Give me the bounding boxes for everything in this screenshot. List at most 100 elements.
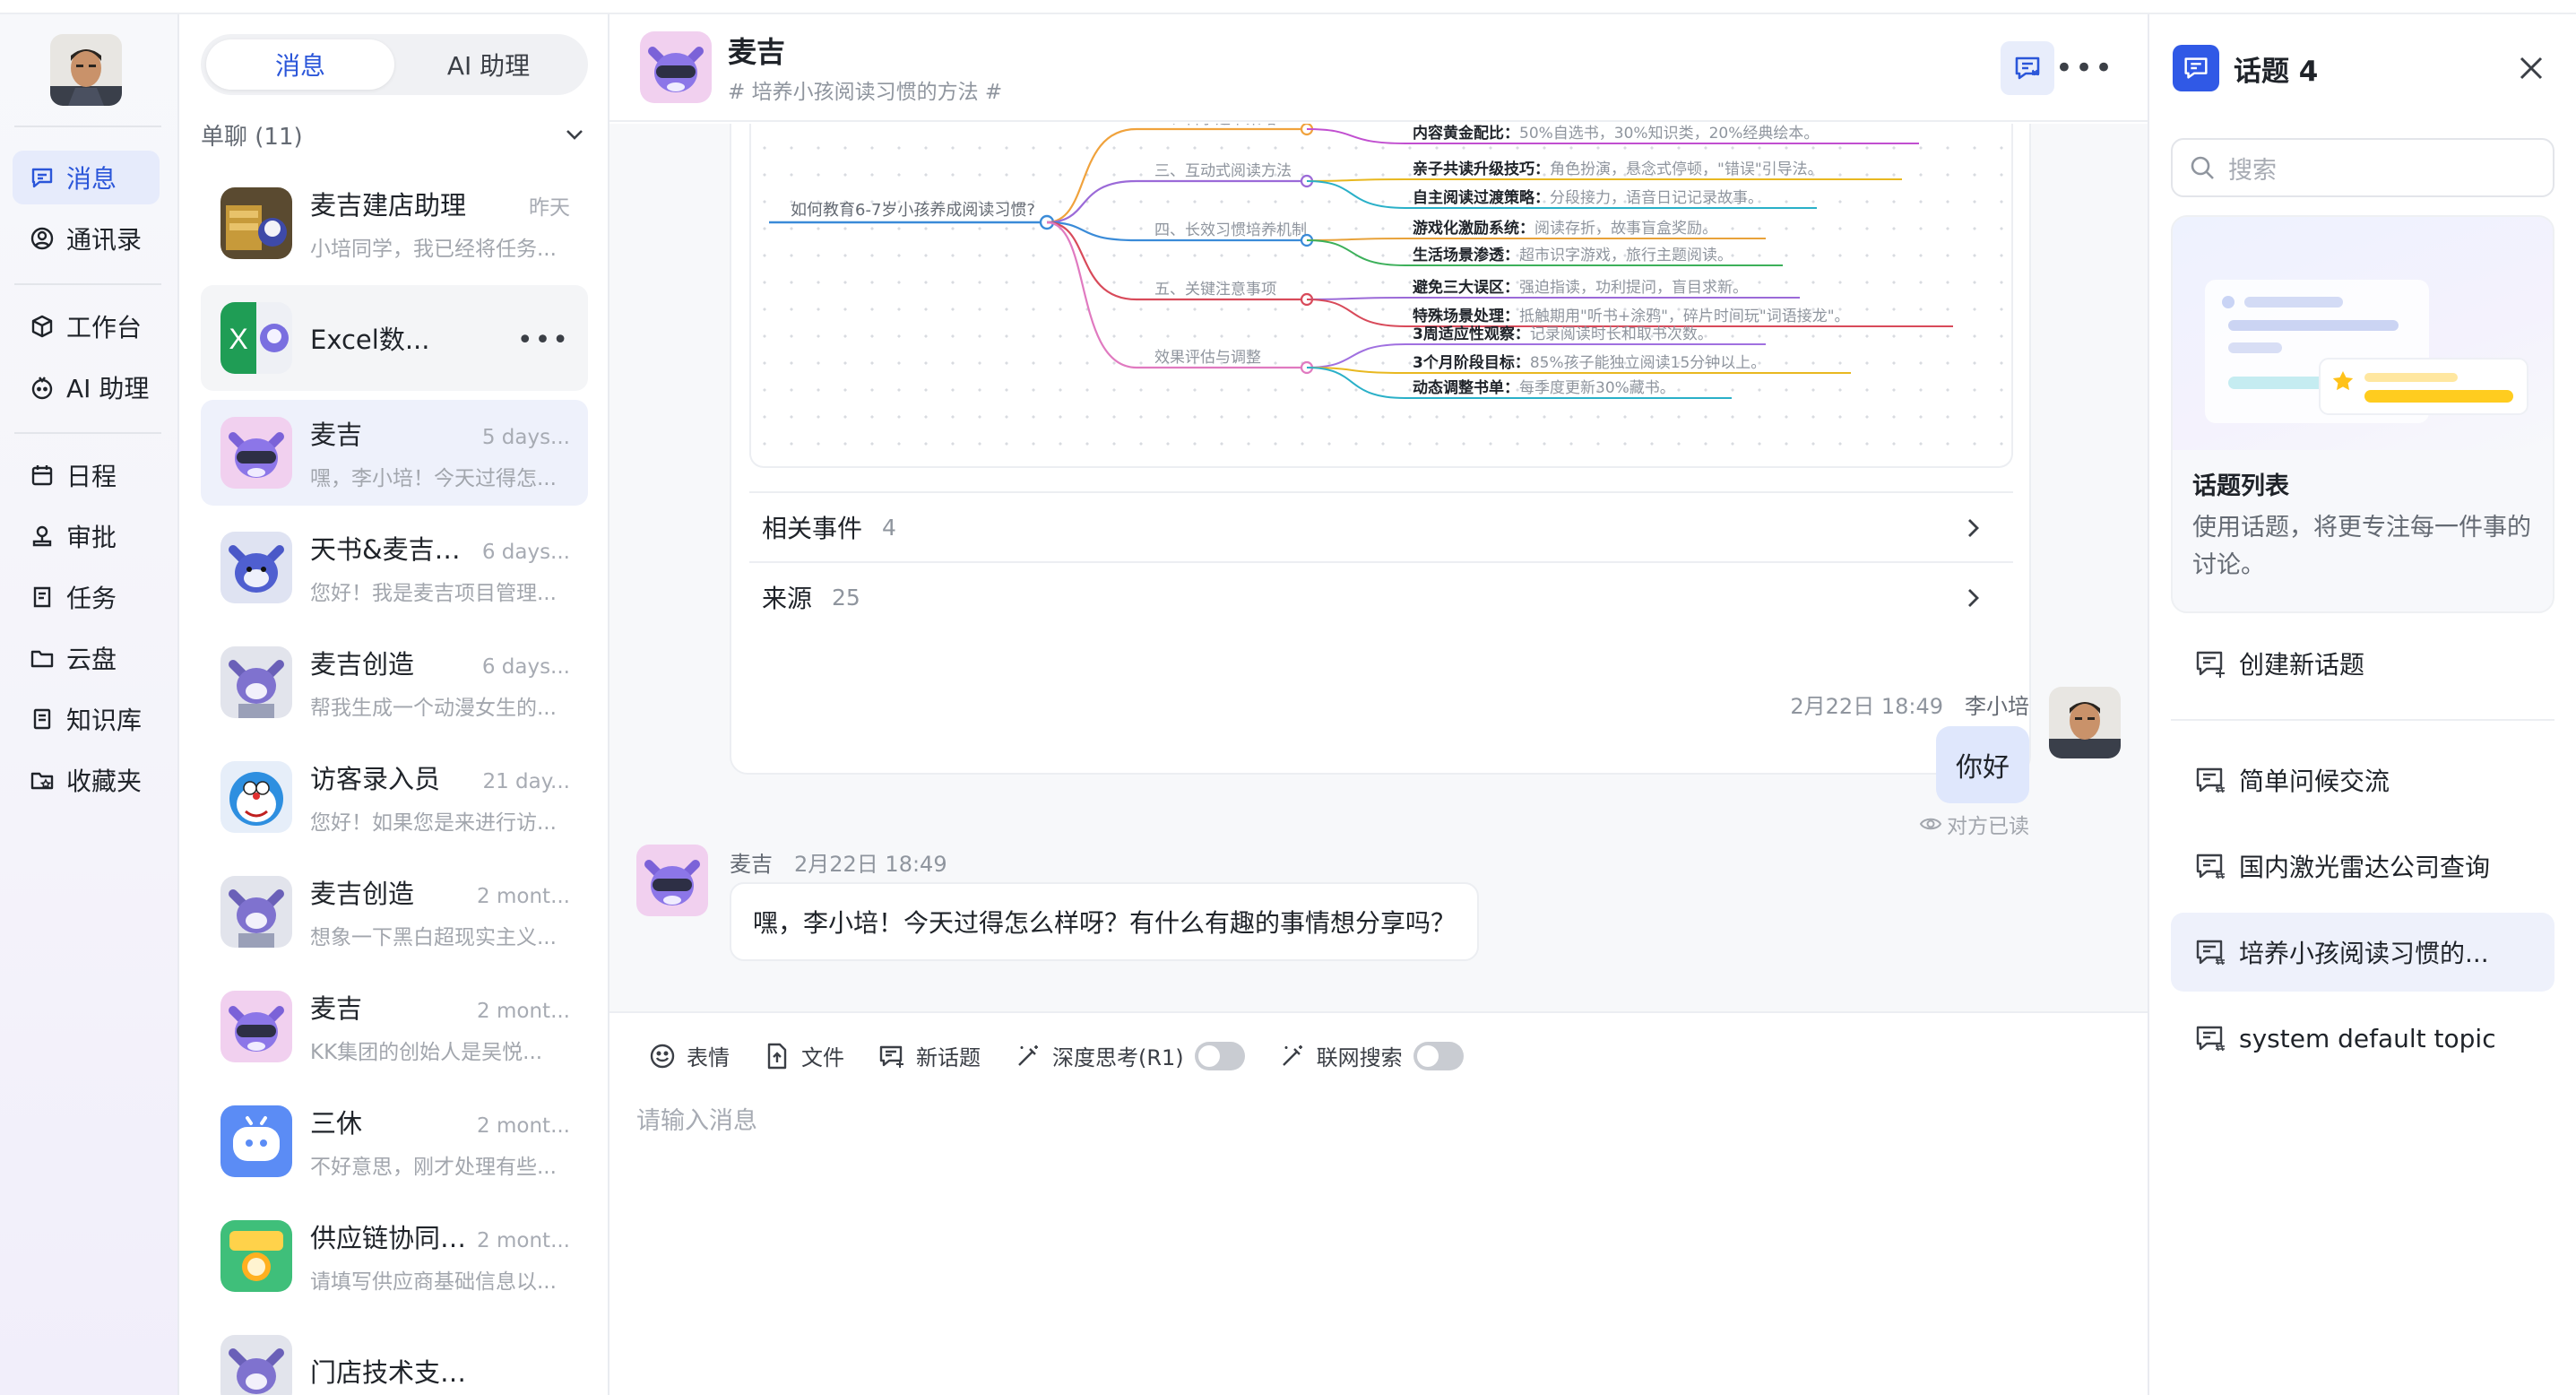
more-icon[interactable]: ••• (2055, 41, 2113, 95)
deep-think-switch[interactable] (1194, 1041, 1245, 1070)
nav-item-messages[interactable]: 消息 (13, 151, 160, 204)
nav-item-knowledge[interactable]: 知识库 (13, 692, 160, 746)
web-search-toggle[interactable]: 联网搜索 (1277, 1040, 1464, 1071)
new-topic-icon (2196, 651, 2225, 678)
conversation-name: 麦吉建店助理 (310, 190, 467, 221)
nav-label: 工作台 (66, 313, 143, 342)
nav-divider (14, 126, 161, 127)
topic-item[interactable]: system default topic (2171, 999, 2554, 1078)
message-input[interactable]: 请输入消息 (636, 1101, 757, 1136)
conversation-name: 供应链协同助... (310, 1223, 478, 1253)
nav-item-task[interactable]: 任务 (13, 570, 160, 624)
topic-item[interactable]: 简单问候交流 (2171, 741, 2554, 819)
conversation-time: 6 days... (481, 655, 570, 679)
message-area: 如何教育6-7岁小孩养成阅读习惯? 二、科学选书策略 内容黄金配比：50%自选书，3… (609, 124, 2148, 1011)
conversation-preview: 您好！我是麦吉项目管理... (310, 582, 557, 605)
nav-label: AI 助理 (66, 374, 150, 403)
tool-label: 文件 (801, 1045, 844, 1070)
user-avatar[interactable] (50, 34, 122, 106)
task-icon (33, 586, 51, 608)
conversation-preview: 小培同学，我已经将任务... (310, 238, 557, 261)
conversation-item[interactable]: 麦吉 2 mont... KK集团的创始人是吴悦... (201, 974, 588, 1079)
nav-item-ai-assistant[interactable]: AI 助理 (13, 360, 160, 414)
chat-header: 麦吉 # 培养小孩阅读习惯的方法 # ••• (609, 14, 2148, 122)
conversation-item[interactable]: 三休 2 mont... 不好意思，刚才处理有些... (201, 1088, 588, 1194)
conversation-item[interactable]: 麦吉创造 6 days... 帮我生成一个动漫女生的... (201, 629, 588, 735)
topics-header: 话题 4 (2173, 45, 2318, 91)
nav-item-drive[interactable]: 云盘 (13, 631, 160, 685)
conversation-item[interactable]: 供应链协同助... 2 mont... 请填写供应商基础信息以... (201, 1203, 588, 1309)
conversation-preview: 帮我生成一个动漫女生的... (310, 697, 557, 720)
group-header[interactable]: 单聊 (11) (201, 115, 588, 154)
topic-icon (2196, 940, 2225, 966)
nav-item-contacts[interactable]: 通讯录 (13, 212, 160, 265)
nav-item-approval[interactable]: 审批 (13, 509, 160, 563)
mindmap-branch-label: 二、科学选书策略 (1154, 124, 1276, 128)
conversation-name: 访客录入员 (310, 764, 441, 794)
topic-icon (2196, 853, 2225, 879)
bot-message-bubble[interactable]: 嘿，李小培！今天过得怎么样呀？有什么有趣的事情想分享吗？ (730, 882, 1480, 961)
bot-avatar[interactable] (636, 845, 708, 916)
more-icon[interactable]: ••• (517, 325, 570, 356)
approval-icon (32, 525, 52, 547)
nav-label: 消息 (66, 164, 117, 194)
composer: 表情 文件 新话题 深度思考(R1) 联网搜索 请输入消息 (609, 1011, 2148, 1395)
conversation-item[interactable]: 麦吉建店助理 昨天小培同学，我已经将任务... (201, 170, 588, 276)
topic-search-input[interactable]: 搜索 (2171, 138, 2554, 197)
chevron-down-icon[interactable] (561, 121, 588, 148)
left-nav: 消息 通讯录 工作台 AI 助理 日程 审批 任务 云盘 知识库 收藏夹 (0, 14, 179, 1395)
message-time: 2月22日 18:49 (1790, 694, 1943, 719)
nav-divider (14, 283, 161, 285)
tab-messages[interactable]: 消息 (206, 39, 394, 90)
avatar (220, 1220, 292, 1292)
conversation-item[interactable]: 访客录入员 21 day... 您好！如果您是来进行访... (201, 744, 588, 850)
avatar (220, 646, 292, 718)
tool-label: 联网搜索 (1316, 1045, 1403, 1070)
web-search-switch[interactable] (1413, 1041, 1464, 1070)
calendar-icon (31, 465, 53, 486)
conversation-item[interactable]: 门店技术支持... (201, 1318, 588, 1395)
topic-item-selected[interactable]: 培养小孩阅读习惯的... (2171, 913, 2554, 992)
conversation-time: 2 mont... (477, 1000, 570, 1023)
sources-row[interactable]: 来源 25 (749, 561, 2013, 631)
user-avatar[interactable] (2049, 687, 2121, 758)
tool-label: 新话题 (916, 1045, 981, 1070)
tool-label: 表情 (687, 1045, 730, 1070)
avatar (220, 1335, 292, 1395)
nav-label: 审批 (66, 523, 117, 552)
avatar[interactable] (640, 31, 712, 103)
conversation-time: 昨天 (529, 196, 570, 220)
nav-item-favorites[interactable]: 收藏夹 (13, 753, 160, 807)
mindmap-leaf-line (1306, 238, 1766, 241)
create-topic-button[interactable]: 创建新话题 (2171, 624, 2554, 703)
new-topic-button[interactable]: 新话题 (877, 1040, 981, 1071)
conversation-name: 麦吉创造 (310, 649, 415, 680)
conversation-item[interactable]: X Excel数... ••• (201, 285, 588, 391)
nav-item-calendar[interactable]: 日程 (13, 448, 160, 502)
mindmap-leaf-label: 3周适应性观察：记录阅读时长和取书次数。 (1413, 325, 1713, 343)
user-message-bubble[interactable]: 你好 (1936, 726, 2029, 803)
conversation-item-active[interactable]: 麦吉 5 days... 嘿，李小培！今天过得怎... (201, 400, 588, 506)
topic-label: system default topic (2239, 1023, 2496, 1053)
mindmap-canvas[interactable]: 如何教育6-7岁小孩养成阅读习惯? 二、科学选书策略 内容黄金配比：50%自选书，3… (749, 124, 2013, 468)
tab-ai-assistant[interactable]: AI 助理 (394, 39, 583, 90)
emoji-button[interactable]: 表情 (647, 1040, 730, 1071)
topic-item[interactable]: 国内激光雷达公司查询 (2171, 827, 2554, 905)
nav-label: 知识库 (66, 706, 143, 735)
conversation-item[interactable]: 麦吉创造 2 mont... 想象一下黑白超现实主义... (201, 859, 588, 965)
topic-icon (2196, 767, 2225, 793)
topic-label: 简单问候交流 (2239, 767, 2390, 796)
mindmap-branch-label: 五、关键注意事项 (1154, 281, 1276, 299)
nav-label: 通讯录 (66, 225, 143, 255)
topic-toggle-button[interactable] (2001, 41, 2054, 95)
close-icon[interactable] (2513, 50, 2549, 86)
deep-think-toggle[interactable]: 深度思考(R1) (1013, 1040, 1245, 1071)
nav-item-workbench[interactable]: 工作台 (13, 299, 160, 353)
search-icon (2191, 156, 2214, 179)
read-status: 对方已读 (1918, 809, 2029, 839)
related-events-row[interactable]: 相关事件 4 (749, 491, 2013, 561)
chat-topic: # 培养小孩阅读习惯的方法 # (728, 81, 1003, 104)
conversation-name: 麦吉创造 (310, 879, 415, 909)
conversation-item[interactable]: 天书&麦吉项... 6 days... 您好！我是麦吉项目管理... (201, 515, 588, 620)
file-button[interactable]: 文件 (762, 1040, 844, 1071)
